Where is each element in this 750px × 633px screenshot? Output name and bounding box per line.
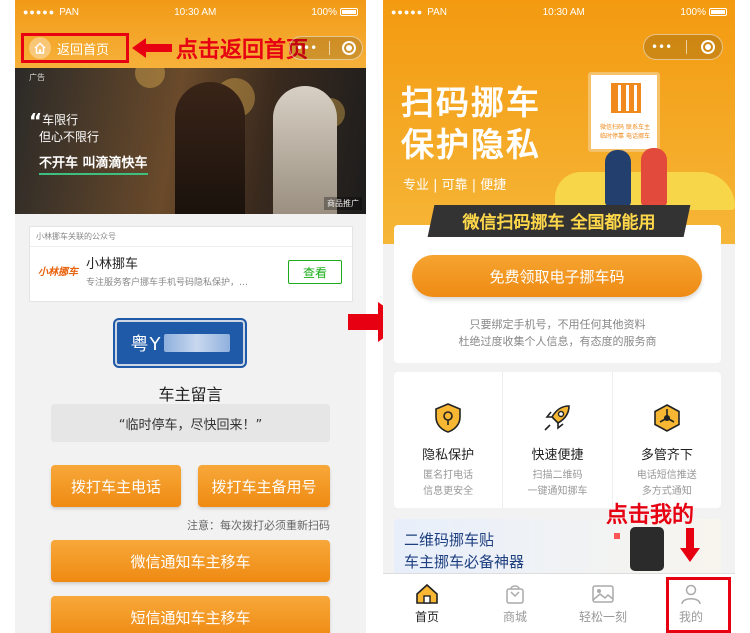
wechat-notify-button[interactable]: 微信通知车主移车 (51, 540, 330, 582)
battery-icon (708, 7, 727, 16)
battery-label: 100% (680, 6, 706, 18)
hero-title-line2: 保护隐私 (401, 125, 541, 164)
carrier-label: PAN (427, 6, 448, 18)
miniprogram-capsule[interactable]: ••• (643, 34, 723, 60)
promo-line2: 车主挪车必备神器 (404, 553, 525, 571)
feature-title: 隐私保护 (422, 448, 475, 463)
feature-title: 多管齐下 (640, 448, 693, 463)
tab-mall-label: 商城 (502, 609, 527, 624)
ad-quote-line1: 车限行 (42, 113, 79, 127)
feature-desc: 一键通知挪车 (527, 486, 588, 497)
feature-desc: 信息更安全 (423, 486, 474, 497)
man-figure (605, 150, 631, 206)
hero-title-line1: 扫码挪车 (401, 83, 541, 122)
plate-blurred-number (163, 334, 230, 352)
tab-home[interactable]: 首页 (383, 574, 471, 633)
back-home-label: 返回首页 (57, 42, 110, 58)
ad-banner[interactable]: 广告 “车限行 但心不限行 不开车 叫滴滴快车 商品推广 (15, 68, 366, 214)
status-bar: ●●●●● PAN 10:30 AM 100% (383, 0, 735, 24)
tab-mall[interactable]: 商城 (471, 574, 559, 633)
bokeh-light (135, 68, 165, 88)
owner-message: “临时停车，尽快回来！” (51, 404, 330, 442)
ad-woman-figure (175, 82, 245, 214)
more-icon[interactable]: ••• (296, 41, 317, 55)
official-account-card[interactable]: 小林挪车关联的公众号 小林挪车 小林挪车 专注服务客户挪车手机号码隐私保护，… … (29, 226, 353, 302)
hero-subtitle: 专业 | 可靠 | 便捷 (403, 178, 507, 193)
free-code-card: 免费领取电子挪车码 只要绑定手机号，不用任何其他资料 杜绝过度收集个人信息，有态… (394, 225, 721, 363)
shield-lock-icon (432, 402, 464, 434)
battery-icon (339, 7, 358, 16)
official-account-name: 小林挪车 (86, 257, 139, 272)
call-owner-button[interactable]: 拨打车主电话 (51, 465, 181, 507)
battery-label: 100% (311, 6, 337, 18)
feature-desc: 扫描二维码 (532, 470, 583, 481)
network-cube-icon (651, 402, 683, 434)
privacy-desc: 杜绝过度收集个人信息，有态度的服务商 (458, 335, 657, 348)
tab-mine-highlight (666, 577, 731, 633)
owner-contact-screen: ●●●●● PAN 10:30 AM 100% 返回首页 广告 “车限行 但心不… (15, 0, 366, 633)
annotation-mine: 点击我的 (606, 503, 695, 528)
qr-code-icon (611, 83, 641, 113)
signal-icon: ●●●●● (391, 7, 424, 17)
view-account-button[interactable]: 查看 (288, 260, 342, 284)
screenshot-canvas: ●●●●● PAN 10:30 AM 100% 返回首页 广告 “车限行 但心不… (0, 0, 750, 633)
close-miniprogram-icon[interactable] (342, 41, 357, 55)
feature-desc: 匿名打电话 (423, 470, 474, 481)
feature-title: 快速便捷 (531, 448, 584, 463)
feature-multi: 多管齐下 电话短信推送 多方式通知 (613, 372, 721, 508)
ad-quote-line2: 但心不限行 (39, 130, 100, 144)
ad-man-figure (273, 86, 337, 214)
back-home-button[interactable]: 返回首页 (21, 33, 129, 63)
features-card: 隐私保护 匿名打电话 信息更安全 快速便捷 扫描二维码 一键通知挪车 多管齐下 … (394, 372, 721, 508)
sms-notify-button[interactable]: 短信通知车主移车 (51, 596, 330, 633)
poster-text-1: 微信扫码 联系车主 (600, 124, 650, 131)
official-account-desc: 专注服务客户挪车手机号码隐私保护，… (86, 278, 249, 288)
shopping-bag-icon (506, 584, 524, 604)
plate-prefix: 粤Y (130, 334, 162, 355)
promo-line1: 二维码挪车贴 (404, 531, 495, 549)
bind-phone-desc: 只要绑定手机号，不用任何其他资料 (469, 318, 646, 331)
home-icon (29, 37, 51, 59)
woman-figure (641, 148, 667, 206)
free-code-button[interactable]: 免费领取电子挪车码 (412, 255, 702, 297)
home-icon (416, 583, 438, 604)
tab-relax[interactable]: 轻松一刻 (559, 574, 647, 633)
more-icon[interactable]: ••• (651, 40, 672, 54)
feature-desc: 电话短信推送 (636, 470, 697, 481)
close-miniprogram-icon[interactable] (701, 40, 716, 54)
official-account-header: 小林挪车关联的公众号 (30, 227, 352, 247)
carrier-label: PAN (59, 6, 80, 18)
signal-icon: ●●●●● (23, 7, 56, 17)
down-arrow-icon (680, 528, 700, 562)
phone-illustration (630, 527, 664, 571)
hero-title: 扫码挪车 保护隐私 (401, 82, 541, 166)
license-plate: 粤Y (115, 320, 245, 366)
confetti (614, 533, 620, 539)
poster-text-2: 临时停靠 电话挪车 (600, 133, 650, 140)
miniprogram-capsule[interactable]: ••• (289, 36, 363, 60)
picture-icon (592, 584, 614, 603)
hero-ribbon-text: 微信扫码挪车 全国都能用 (462, 213, 656, 233)
status-time: 10:30 AM (542, 6, 585, 18)
status-time: 10:30 AM (174, 6, 217, 18)
qr-poster: 微信扫码 联系车主 临时停靠 电话挪车 (588, 72, 660, 152)
rocket-icon (541, 402, 573, 434)
capsule-divider (686, 40, 688, 54)
tab-relax-label: 轻松一刻 (578, 609, 627, 624)
capsule-divider (329, 41, 331, 55)
tab-home-label: 首页 (414, 609, 439, 624)
feature-desc: 多方式通知 (641, 486, 692, 497)
status-bar: ●●●●● PAN 10:30 AM 100% (15, 0, 366, 24)
ad-slogan: 不开车 叫滴滴快车 (39, 152, 148, 175)
feature-fast: 快速便捷 扫描二维码 一键通知挪车 (503, 372, 613, 508)
owner-message-title: 车主留言 (158, 385, 223, 404)
ad-tag: 广告 (29, 73, 45, 82)
feature-privacy: 隐私保护 匿名打电话 信息更安全 (394, 372, 504, 508)
ad-quote: “车限行 但心不限行 (29, 111, 100, 145)
xiaolin-logo: 小林挪车 (38, 267, 78, 278)
call-backup-button[interactable]: 拨打车主备用号 (198, 465, 330, 507)
left-arrow-icon (132, 38, 172, 58)
ad-product-tag: 商品推广 (324, 197, 362, 210)
rescan-note: 注意：每次拨打必须重新扫码 (187, 519, 330, 532)
